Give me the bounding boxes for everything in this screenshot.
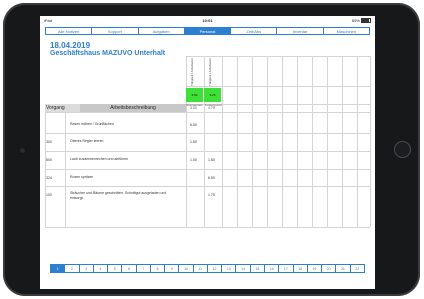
row-vorgang: 300 [46, 140, 52, 144]
row-value-2[interactable]: 1.50 [208, 158, 215, 162]
page-button-19[interactable]: 19 [308, 265, 323, 272]
grid-vline [252, 56, 253, 227]
grid-vline [357, 56, 358, 227]
vorgang-header: Vorgang [45, 104, 80, 112]
page-button-18[interactable]: 18 [294, 265, 308, 272]
screen: iPad 10:01 65% Alle Notizen Support Aufg… [40, 16, 375, 289]
header-value-2: 4.75 [208, 106, 215, 110]
grid-vline [186, 56, 187, 227]
row-description: Rosen spritzen [70, 175, 94, 179]
page-button-17[interactable]: 17 [279, 265, 294, 272]
grid-hline [45, 151, 370, 152]
home-button[interactable] [394, 141, 411, 158]
row-vorgang: 800 [46, 158, 52, 162]
grid-vline [342, 56, 343, 227]
page-button-2[interactable]: 2 [65, 265, 80, 272]
row-description: Rasen mähen / Grünflächen [70, 122, 114, 126]
page-button-14[interactable]: 14 [236, 265, 251, 272]
arbeitsbeschreibung-header: Arbeitsbeschreibung [80, 104, 186, 112]
row-description: Oberes Regler leeren [70, 139, 104, 143]
grid-vline [327, 56, 328, 227]
grid-vline [204, 56, 205, 227]
page-button-20[interactable]: 20 [322, 265, 337, 272]
page-button-15[interactable]: 15 [251, 265, 265, 272]
grid-hline [45, 133, 370, 134]
page-button-8[interactable]: 8 [151, 265, 166, 272]
grid-vline [370, 56, 371, 227]
header-value-1: 3.00 [190, 106, 197, 110]
grid-vline [267, 56, 268, 227]
grid-vline [222, 56, 223, 227]
column-header-1: Tätigkeit / Arbeitszeit [190, 58, 194, 86]
grid-hline [186, 86, 370, 87]
column-badge-1[interactable]: 6.50 [186, 88, 203, 102]
grid-vline [45, 112, 46, 227]
page-button-22[interactable]: 22 [351, 265, 364, 272]
grid-vline [297, 56, 298, 227]
grid-vline [65, 112, 66, 227]
camera-dot [20, 148, 25, 153]
page-button-16[interactable]: 16 [265, 265, 280, 272]
grid-vline [237, 56, 238, 227]
column-badge-2[interactable]: 3.25 [204, 88, 221, 102]
page-button-1[interactable]: 1 [51, 265, 66, 272]
grid-vline [312, 56, 313, 227]
row-description: Laub zusammenrechen und abführen [70, 157, 129, 161]
tablet-frame: iPad 10:01 65% Alle Notizen Support Aufg… [3, 3, 420, 296]
page-button-9[interactable]: 9 [165, 265, 180, 272]
page-button-12[interactable]: 12 [208, 265, 223, 272]
grid-hline [45, 169, 370, 170]
page-selector: 1 2 3 4 5 6 7 8 9 10 11 12 13 14 15 16 17 18 19 20 21 22 [50, 264, 365, 273]
grid-hline [45, 186, 370, 187]
row-vorgang: 100 [46, 193, 52, 197]
grid-hline [186, 56, 370, 57]
grid-hline [45, 227, 370, 228]
row-vorgang: 324 [46, 176, 52, 180]
row-value-2[interactable]: 6.50 [208, 176, 215, 180]
page-button-10[interactable]: 10 [179, 265, 194, 272]
grid-hline [45, 112, 370, 113]
column-header-2: Tätigkeit / Arbeitszeit [208, 58, 212, 86]
row-value-1[interactable]: 1.50 [190, 140, 197, 144]
page-button-5[interactable]: 5 [108, 265, 123, 272]
page-button-7[interactable]: 7 [137, 265, 151, 272]
page-button-3[interactable]: 3 [80, 265, 94, 272]
row-description: Sträucher und Bäume geschnitten. Schnitt… [70, 191, 167, 200]
page-button-21[interactable]: 21 [336, 265, 351, 272]
page-button-4[interactable]: 4 [94, 265, 109, 272]
row-value-1[interactable]: 6.50 [190, 123, 197, 127]
page-button-6[interactable]: 6 [122, 265, 137, 272]
row-value-1[interactable]: 1.00 [190, 158, 197, 162]
row-value-2[interactable]: 1.75 [208, 193, 215, 197]
grid-vline [282, 56, 283, 227]
page-button-13[interactable]: 13 [222, 265, 237, 272]
page-button-11[interactable]: 11 [194, 265, 208, 272]
